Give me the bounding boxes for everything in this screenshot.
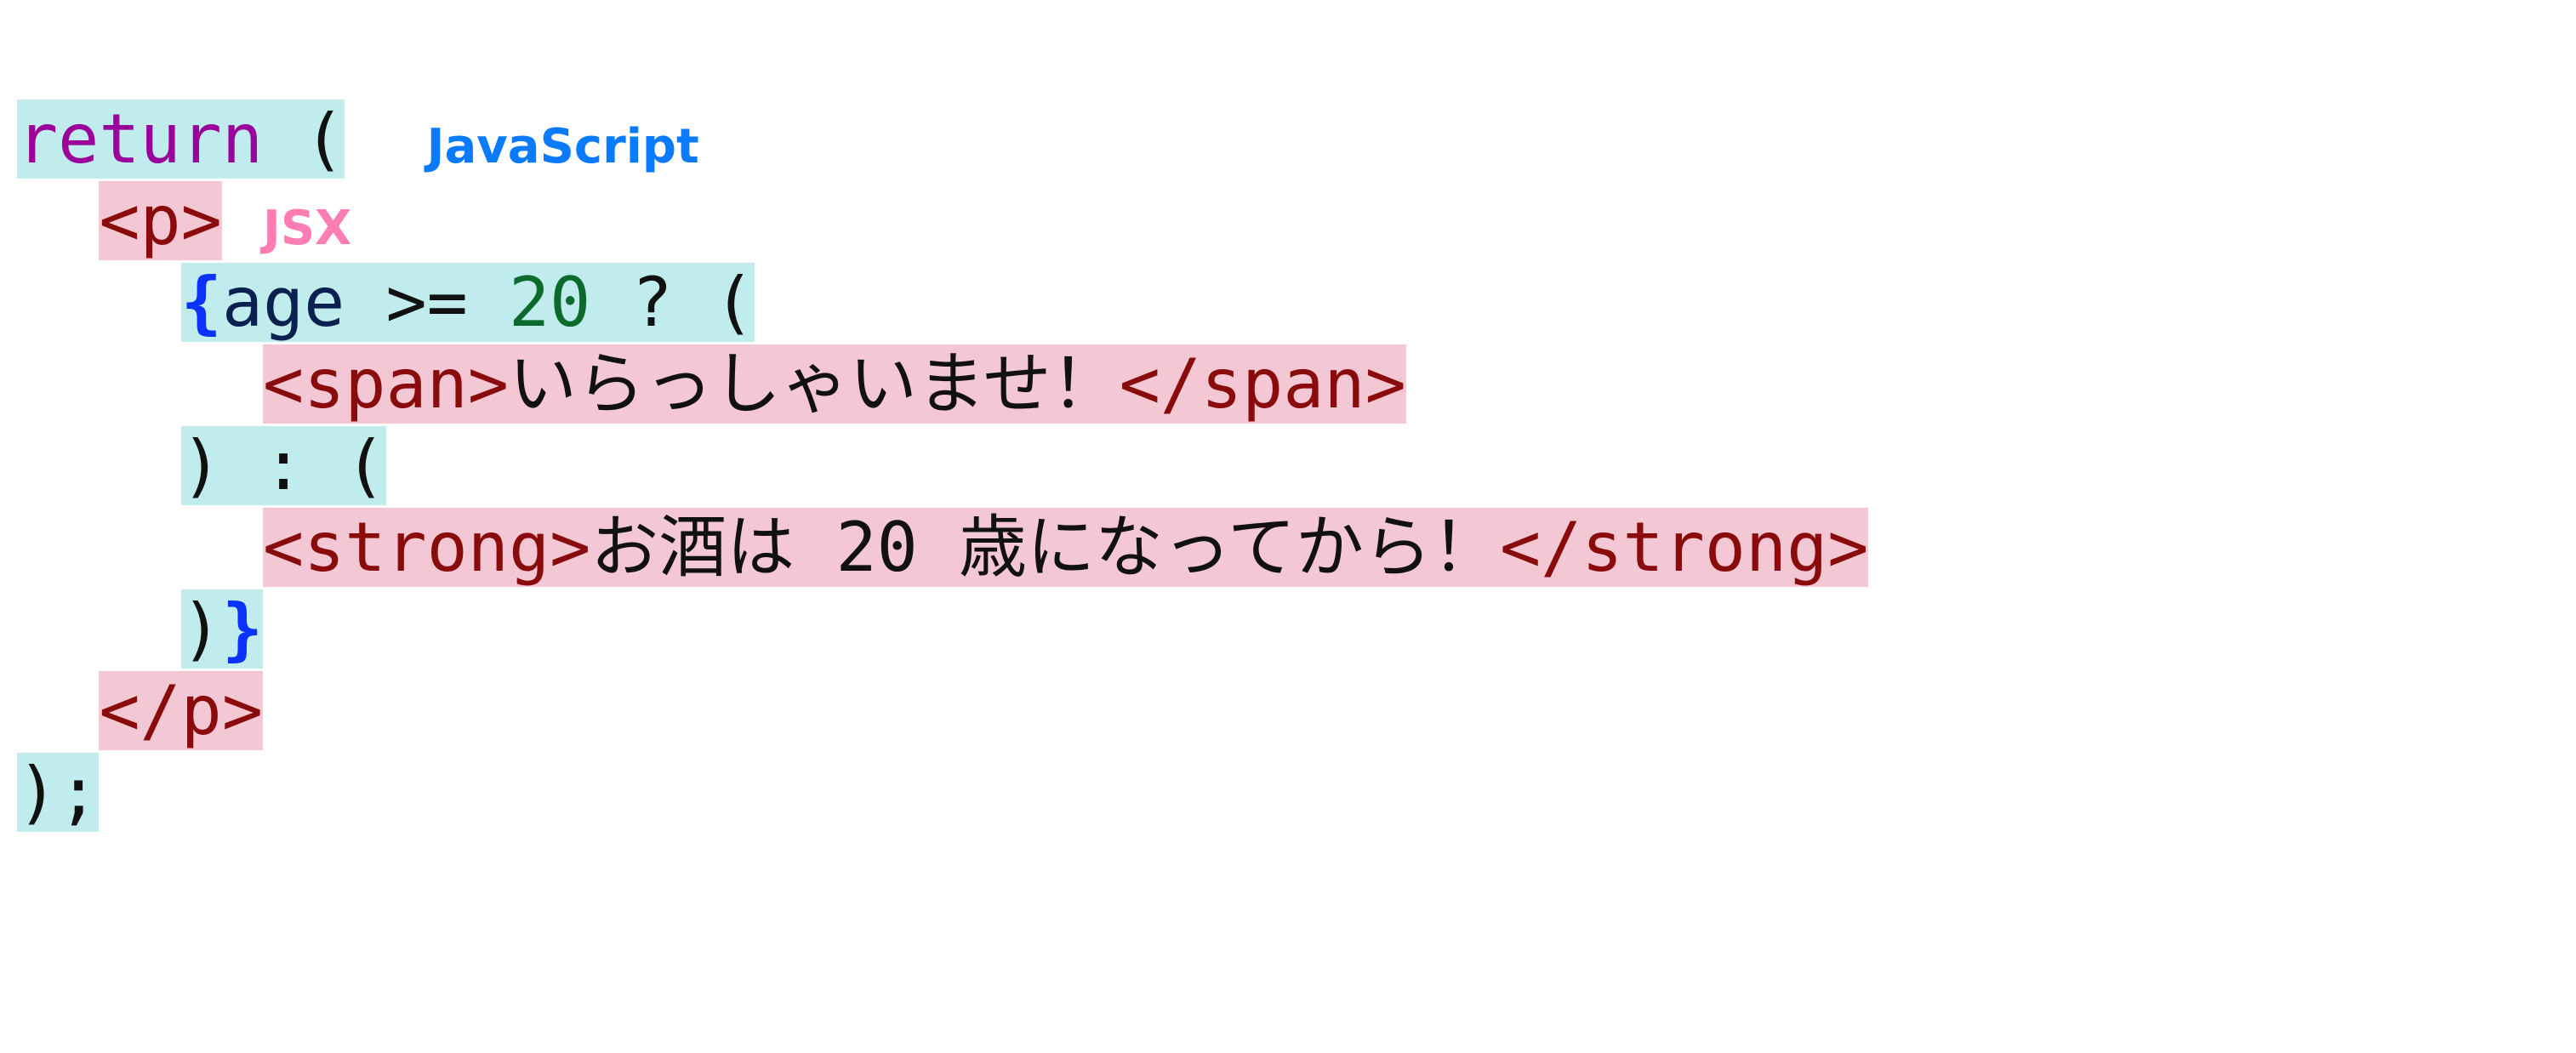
brace-open: {	[181, 263, 222, 342]
final-semicolon: ;	[58, 753, 99, 832]
p-open-tag: <p>	[99, 181, 222, 260]
final-close-paren: )	[17, 753, 58, 832]
code-block: return ( JavaScript <p> JSX {age >= 20 ?…	[0, 0, 2576, 851]
close-paren-1: )	[181, 426, 222, 505]
span-open-tag: <span>	[263, 344, 509, 424]
text-welcome: いらっしゃいませ！	[509, 344, 1120, 424]
jsx-label: JSX	[263, 201, 351, 256]
p-close-tag: </p>	[99, 671, 263, 750]
strong-close-tag: </strong>	[1500, 508, 1868, 587]
keyword-return: return	[17, 100, 263, 179]
number-20: 20	[509, 263, 590, 342]
identifier-age: age	[222, 263, 345, 342]
open-paren: (	[304, 100, 345, 179]
close-paren-2: )	[181, 589, 222, 669]
operator-question: ?	[632, 263, 673, 342]
operator-gte: >=	[386, 263, 468, 342]
operator-colon: :	[263, 426, 304, 505]
javascript-label: JavaScript	[427, 119, 699, 174]
text-underage: お酒は 20 歳になってから！	[590, 508, 1500, 587]
open-paren-3: (	[345, 426, 385, 505]
span-close-tag: </span>	[1120, 344, 1406, 424]
brace-close: }	[222, 589, 263, 669]
open-paren-2: (	[714, 263, 755, 342]
strong-open-tag: <strong>	[263, 508, 590, 587]
